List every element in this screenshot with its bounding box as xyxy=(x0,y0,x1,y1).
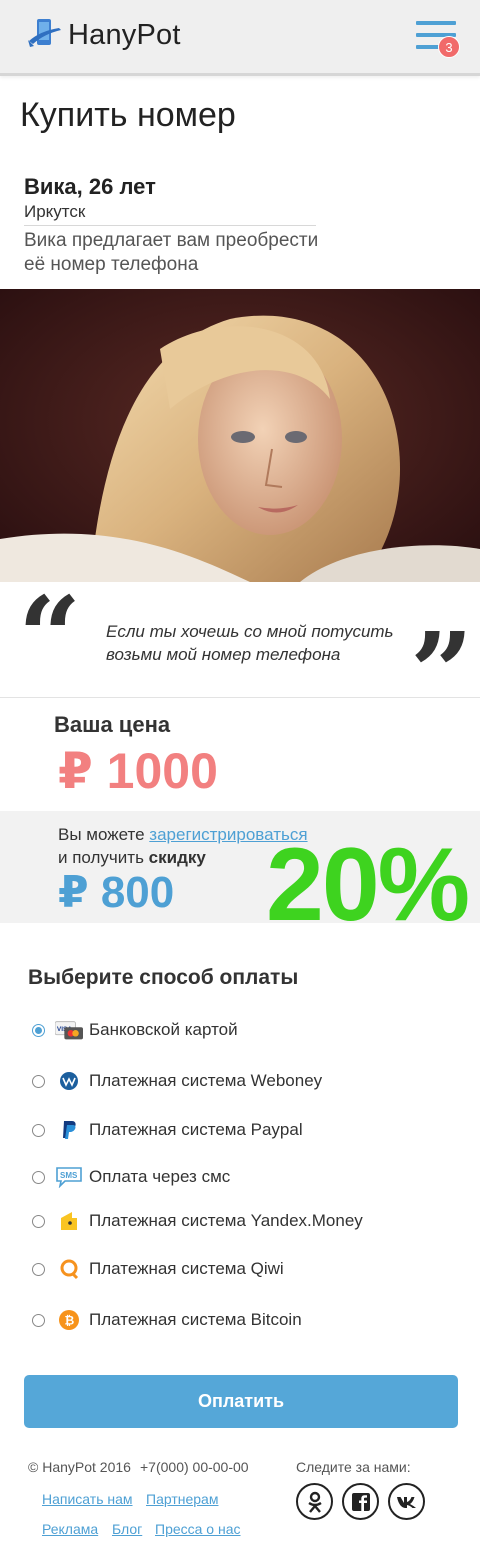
price-label: Ваша цена xyxy=(54,712,171,737)
payment-title: Выберите способ оплаты xyxy=(28,966,299,989)
page-title: Купить номер xyxy=(20,96,236,134)
hamburger-menu-button[interactable]: 3 xyxy=(416,21,460,58)
discount-bold-text: скидку xyxy=(148,848,206,867)
profile-photo xyxy=(0,289,480,582)
quote-block: “ Если ты хочешь со мной потусить возьми… xyxy=(0,572,480,728)
paypal-icon xyxy=(55,1119,83,1141)
quote-text: Если ты хочешь со мной потусить возьми м… xyxy=(106,622,394,664)
radio-button[interactable] xyxy=(32,1170,45,1184)
quote-close-icon: ” xyxy=(410,608,474,737)
payment-option-webmoney[interactable]: Платежная система Weboney xyxy=(32,1067,322,1095)
discount-line2: и получить скидку xyxy=(58,848,206,868)
svg-text:₿: ₿ xyxy=(65,1314,75,1328)
discount-percent: 20% xyxy=(266,827,470,923)
radio-button[interactable] xyxy=(32,1023,45,1037)
logo-text: HanyPot xyxy=(68,18,181,51)
radio-button[interactable] xyxy=(32,1123,45,1137)
sms-icon: SMS xyxy=(55,1166,83,1188)
payment-option-label: Банковской картой xyxy=(89,1020,238,1039)
profile-offer-text: Вика предлагает вам преобрести её номер … xyxy=(24,230,319,275)
odnoklassniki-icon[interactable] xyxy=(296,1483,333,1520)
qiwi-icon xyxy=(55,1258,83,1280)
payment-option-label: Платежная система Bitcoin xyxy=(89,1310,302,1329)
facebook-icon[interactable] xyxy=(342,1483,379,1520)
app-header: HanyPot 3 xyxy=(0,0,480,76)
radio-button[interactable] xyxy=(32,1262,45,1276)
yandex-money-icon xyxy=(55,1210,83,1232)
divider xyxy=(24,225,316,226)
payment-option-sms[interactable]: SMS Оплата через смс xyxy=(32,1163,230,1191)
discount-line1-prefix: Вы можете xyxy=(58,825,150,844)
quote-open-icon: “ xyxy=(18,572,82,701)
profile-name: Вика, 26 лет xyxy=(24,174,156,199)
payment-option-label: Платежная система Qiwi xyxy=(89,1259,284,1278)
vk-icon[interactable] xyxy=(388,1483,425,1520)
payment-option-label: Оплата через смс xyxy=(89,1167,231,1186)
payment-option-yandex[interactable]: Платежная система Yandex.Money xyxy=(32,1207,363,1235)
radio-button[interactable] xyxy=(32,1313,45,1327)
follow-label: Следите за нами: xyxy=(296,1459,411,1475)
payment-option-card[interactable]: VISA Банковской картой xyxy=(32,1016,238,1044)
profile-photo-illustration xyxy=(0,289,480,582)
logo[interactable]: HanyPot xyxy=(26,16,181,54)
discount-banner: Вы можете зарегистрироваться и получить … xyxy=(0,811,480,923)
bitcoin-icon: ₿ xyxy=(55,1309,83,1331)
footer-link-blog[interactable]: Блог xyxy=(112,1521,142,1537)
payment-option-label: Платежная система Yandex.Money xyxy=(89,1211,363,1230)
menu-bar xyxy=(416,21,456,25)
payment-option-qiwi[interactable]: Платежная система Qiwi xyxy=(32,1255,284,1283)
payment-option-bitcoin[interactable]: ₿ Платежная система Bitcoin xyxy=(32,1306,302,1334)
radio-button[interactable] xyxy=(32,1074,45,1088)
payment-option-paypal[interactable]: Платежная система Paypal xyxy=(32,1116,303,1144)
footer-link-ads[interactable]: Реклама xyxy=(42,1521,98,1537)
payment-option-label: Платежная система Weboney xyxy=(89,1071,323,1090)
discount-price: ₽ 800 xyxy=(58,868,175,917)
footer-link-partners[interactable]: Партнерам xyxy=(146,1491,218,1507)
logo-phone-icon xyxy=(28,19,61,47)
footer-phone: +7(000) 00-00-00 xyxy=(140,1459,249,1475)
payment-option-label: Платежная система Paypal xyxy=(89,1120,303,1139)
price-value: ₽ 1000 xyxy=(58,743,218,799)
notification-badge: 3 xyxy=(438,36,460,58)
footer-link-press[interactable]: Пресса о нас xyxy=(155,1521,241,1537)
svg-text:SMS: SMS xyxy=(60,1171,78,1180)
discount-line2-prefix: и получить xyxy=(58,848,149,867)
profile-city: Иркутск xyxy=(24,202,86,221)
footer-link-contact[interactable]: Написать нам xyxy=(42,1491,133,1507)
webmoney-icon xyxy=(55,1070,83,1092)
footer-copyright: © HanyPot 2016 xyxy=(28,1459,131,1475)
visa-card-icon: VISA xyxy=(55,1019,83,1041)
radio-button[interactable] xyxy=(32,1214,45,1228)
pay-button[interactable]: Оплатить xyxy=(24,1375,458,1428)
